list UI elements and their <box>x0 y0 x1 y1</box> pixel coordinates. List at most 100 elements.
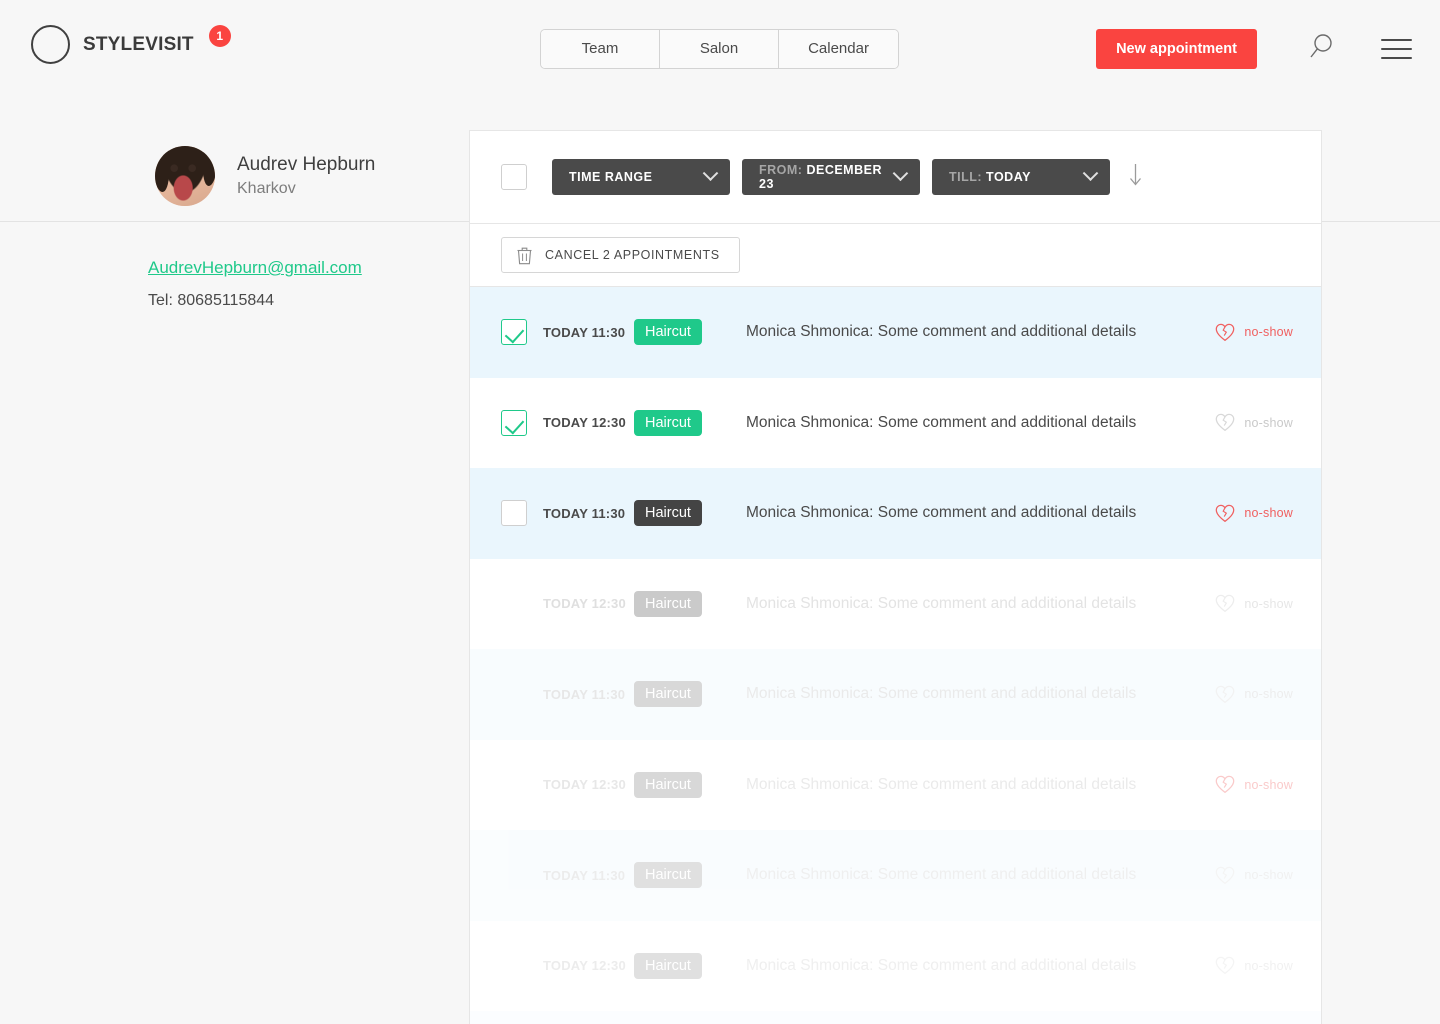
avatar-hair-left <box>155 146 169 192</box>
new-appointment-button[interactable]: New appointment <box>1096 29 1257 69</box>
brand-circle-icon <box>31 25 70 64</box>
no-show-toggle[interactable]: no-show <box>1215 685 1293 704</box>
appointment-checkbox[interactable] <box>501 319 527 346</box>
till-date-select[interactable]: TILL: TODAY <box>932 159 1110 195</box>
service-tag[interactable]: Haircut <box>634 500 702 527</box>
cancel-appointments-label: CANCEL 2 APPOINTMENTS <box>545 248 720 262</box>
chevron-down-icon <box>702 164 719 181</box>
tab-team[interactable]: Team <box>541 30 660 68</box>
arrow-down-icon[interactable] <box>1128 162 1143 193</box>
appointment-checkbox-cell <box>501 319 527 346</box>
appointment-time: TODAY 12:30 <box>543 958 626 974</box>
appointment-time: TODAY 11:30 <box>543 505 626 521</box>
no-show-toggle[interactable]: no-show <box>1215 413 1293 432</box>
no-show-label: no-show <box>1244 868 1293 883</box>
broken-heart-icon <box>1216 414 1235 432</box>
appointment-checkbox-cell <box>501 500 527 527</box>
broken-heart-icon <box>1216 957 1235 975</box>
appointment-comment: Monica Shmonica: Some comment and additi… <box>745 685 1137 703</box>
notification-badge[interactable]: 1 <box>208 24 231 47</box>
appointment-time: TODAY 11:30 <box>543 686 626 702</box>
avatar <box>155 146 215 206</box>
appointment-checkbox[interactable] <box>501 500 527 527</box>
no-show-toggle[interactable]: no-show <box>1215 594 1293 613</box>
service-tag[interactable]: Haircut <box>634 590 702 617</box>
broken-heart-icon <box>1216 504 1235 522</box>
client-profile: Audrev Hepburn Kharkov <box>155 146 375 206</box>
broken-heart-icon <box>1216 323 1235 341</box>
table-row[interactable]: TODAY 12:30 Haircut Monica Shmonica: Som… <box>470 558 1321 649</box>
appointment-comment: Monica Shmonica: Some comment and additi… <box>745 594 1137 612</box>
service-tag[interactable]: Haircut <box>634 409 702 436</box>
service-tag[interactable]: Haircut <box>634 319 702 346</box>
menu-line-3 <box>1381 57 1412 59</box>
avatar-hair-right <box>203 146 215 186</box>
broken-heart-icon <box>1216 776 1235 794</box>
appointment-comment: Monica Shmonica: Some comment and additi… <box>745 956 1137 974</box>
appointment-time: TODAY 11:30 <box>543 867 626 883</box>
table-row[interactable]: TODAY 12:30 Haircut Monica Shmonica: Som… <box>470 377 1321 468</box>
no-show-toggle[interactable]: no-show <box>1215 504 1293 523</box>
no-show-label: no-show <box>1244 325 1293 340</box>
appointment-comment: Monica Shmonica: Some comment and additi… <box>745 866 1137 884</box>
appointment-time: TODAY 12:30 <box>543 415 626 431</box>
table-row[interactable]: TODAY 11:30 Haircut Monica Shmonica: Som… <box>470 287 1321 378</box>
cancel-appointments-button[interactable]: CANCEL 2 APPOINTMENTS <box>501 237 740 273</box>
broken-heart-icon <box>1216 685 1235 703</box>
client-phone: Tel: 80685115844 <box>148 292 275 309</box>
table-row[interactable]: TODAY 12:30 Haircut Monica Shmonica: Som… <box>470 920 1321 1011</box>
till-prefix: TILL: <box>949 170 983 184</box>
brand-logo[interactable]: STYLEVISIT 1 <box>31 24 231 64</box>
no-show-label: no-show <box>1244 777 1293 792</box>
client-city: Kharkov <box>237 179 296 197</box>
appointment-comment: Monica Shmonica: Some comment and additi… <box>745 413 1137 431</box>
tab-salon[interactable]: Salon <box>660 30 779 68</box>
table-row[interactable]: TODAY 11:30 Haircut Monica Shmonica: Som… <box>470 649 1321 740</box>
trash-icon <box>517 247 532 264</box>
hamburger-menu-icon[interactable] <box>1381 39 1412 59</box>
appointment-time: TODAY 11:30 <box>543 324 626 340</box>
bulk-action-bar: CANCEL 2 APPOINTMENTS <box>470 224 1321 287</box>
no-show-toggle[interactable]: no-show <box>1215 323 1293 342</box>
service-tag[interactable]: Haircut <box>634 862 702 889</box>
search-icon[interactable] <box>1308 33 1334 66</box>
service-tag[interactable]: Haircut <box>634 771 702 798</box>
time-range-label: TIME RANGE <box>569 170 653 184</box>
no-show-label: no-show <box>1244 596 1293 611</box>
from-date-select[interactable]: FROM: DECEMBER 23 <box>742 159 920 195</box>
from-prefix: FROM: <box>759 163 803 177</box>
appointment-time: TODAY 12:30 <box>543 777 626 793</box>
appointment-checkbox-cell <box>501 409 527 436</box>
appointment-time: TODAY 12:30 <box>543 596 626 612</box>
brand-name: STYLEVISIT <box>83 33 194 55</box>
appointment-comment: Monica Shmonica: Some comment and additi… <box>745 775 1137 793</box>
no-show-toggle[interactable]: no-show <box>1215 775 1293 794</box>
tab-calendar[interactable]: Calendar <box>779 30 898 68</box>
chevron-down-icon <box>1082 164 1099 181</box>
service-tag[interactable]: Haircut <box>634 952 702 979</box>
broken-heart-icon <box>1216 866 1235 884</box>
select-all-checkbox[interactable] <box>501 164 527 190</box>
appointment-comment: Monica Shmonica: Some comment and additi… <box>745 504 1137 522</box>
client-contact: AudrevHepburn@gmail.com Tel: 80685115844 <box>148 258 362 310</box>
appointments-panel: TIME RANGE FROM: DECEMBER 23 TILL: TODAY <box>469 130 1322 1024</box>
appointment-checkbox[interactable] <box>501 409 527 436</box>
table-row[interactable]: TODAY 11:30 Haircut Monica Shmonica: Som… <box>470 468 1321 559</box>
broken-heart-icon <box>1216 595 1235 613</box>
time-range-select[interactable]: TIME RANGE <box>552 159 730 195</box>
main-nav-tabs: Team Salon Calendar <box>540 29 899 69</box>
client-email-link[interactable]: AudrevHepburn@gmail.com <box>148 258 362 278</box>
no-show-toggle[interactable]: no-show <box>1215 956 1293 975</box>
table-row[interactable]: TODAY 11:30 Haircut Monica Shmonica: Som… <box>470 830 1321 921</box>
service-tag[interactable]: Haircut <box>634 681 702 708</box>
no-show-label: no-show <box>1244 958 1293 973</box>
no-show-label: no-show <box>1244 415 1293 430</box>
appointments-list: TODAY 11:30 Haircut Monica Shmonica: Som… <box>470 287 1321 1024</box>
no-show-toggle[interactable]: no-show <box>1215 866 1293 885</box>
no-show-label: no-show <box>1244 506 1293 521</box>
app-header: STYLEVISIT 1 Team Salon Calendar New app… <box>0 0 1440 97</box>
table-row[interactable]: TODAY 12:30 Haircut Monica Shmonica: Som… <box>470 739 1321 830</box>
client-name: Audrev Hepburn <box>237 153 376 175</box>
table-row[interactable]: TODAY 11:30 Haircut Monica Shmonica: Som… <box>470 1011 1321 1024</box>
appointment-comment: Monica Shmonica: Some comment and additi… <box>745 323 1137 341</box>
